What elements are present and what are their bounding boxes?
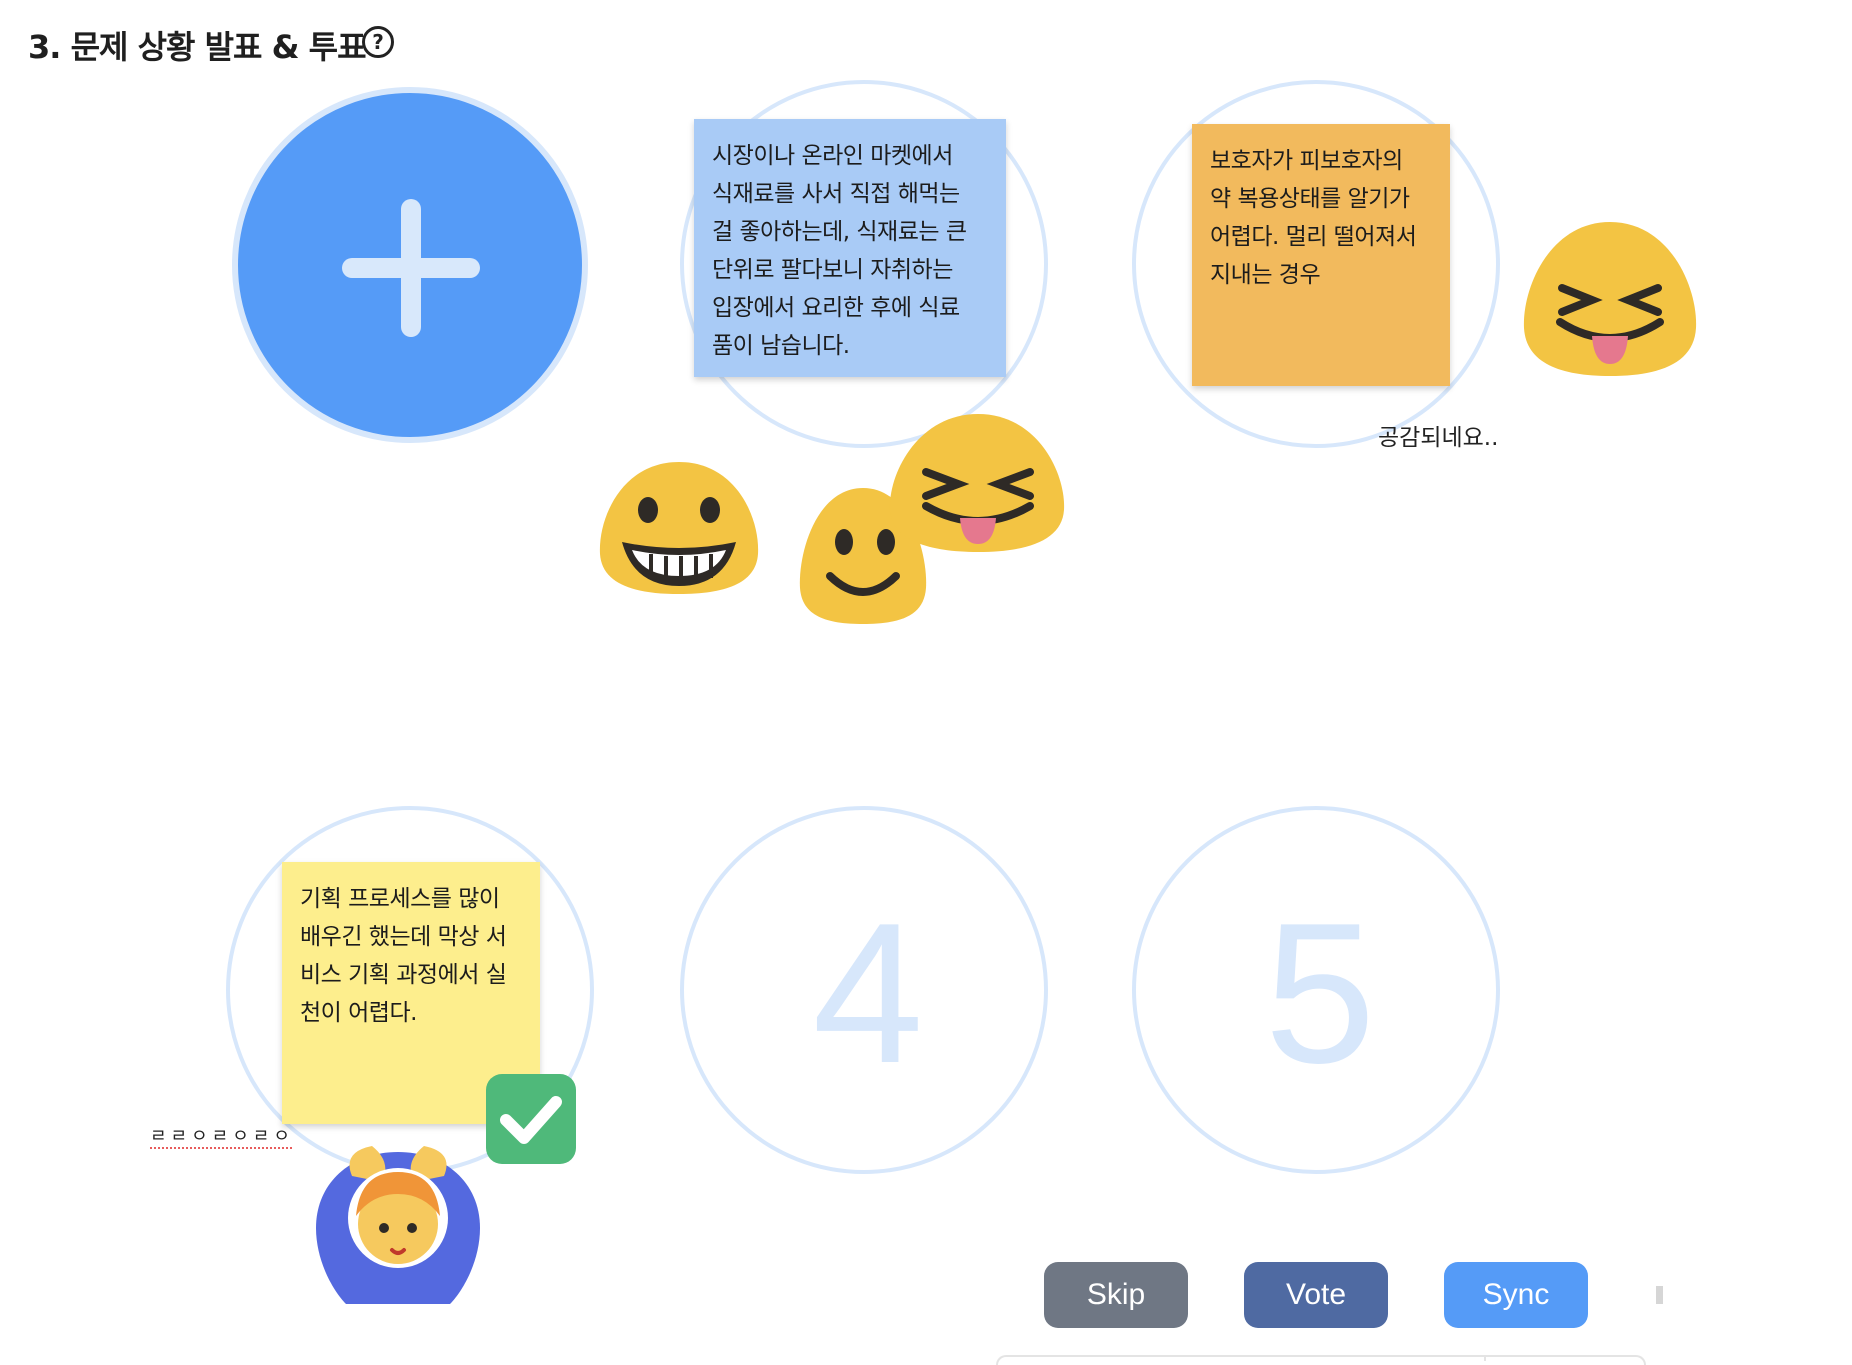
sticky-line: 시장이나 온라인 마켓에서 — [712, 143, 953, 169]
comment-text: 공감되네요.. — [1378, 425, 1499, 451]
ok-gesture-person — [316, 1146, 480, 1304]
check-mark-icon — [486, 1074, 576, 1164]
slot-number: 4 — [812, 882, 924, 1105]
sticky-line: 기획 프로세스를 많이 — [300, 886, 500, 912]
slot-4[interactable]: 4 — [680, 806, 1048, 1174]
sticky-line: 약 복용상태를 알기가 — [1210, 186, 1410, 212]
resize-handle[interactable] — [1656, 1286, 1663, 1304]
sync-button[interactable]: Sync — [1444, 1262, 1588, 1328]
sticky-line: 입장에서 요리한 후에 식료 — [712, 295, 960, 321]
vote-button[interactable]: Vote — [1244, 1262, 1388, 1328]
sticky-line: 품이 남습니다. — [712, 333, 850, 359]
sticky-note-blue[interactable]: 시장이나 온라인 마켓에서 식재료를 사서 직접 해먹는 걸 좋아하는데, 식재… — [694, 119, 1006, 377]
sticky-line: 단위로 팔다보니 자취하는 — [712, 257, 953, 283]
sticky-line: 보호자가 피보호자의 — [1210, 148, 1403, 174]
squinting-tongue-emoji — [1523, 222, 1697, 376]
sticky-line: 걸 좋아하는데, 식재료는 큰 — [712, 219, 967, 245]
bottom-panel — [996, 1355, 1646, 1365]
help-icon[interactable]: ? — [362, 26, 394, 58]
sticky-note-orange[interactable]: 보호자가 피보호자의 약 복용상태를 알기가 어렵다. 멀리 떨어져서 지내는 … — [1192, 124, 1450, 386]
sticky-line: 식재료를 사서 직접 해먹는 — [712, 181, 960, 207]
sticky-line: 지내는 경우 — [1210, 262, 1321, 288]
grinning-emoji — [599, 462, 759, 594]
add-sticky-button[interactable] — [232, 87, 588, 443]
bottom-panel-divider — [1484, 1355, 1486, 1361]
comment-text: ㄹㄹㅇㄹㅇㄹㅇ — [150, 1126, 294, 1147]
page-title: 3. 문제 상황 발표 & 투표 — [28, 28, 367, 66]
sticky-line: 배우긴 했는데 막상 서 — [300, 924, 507, 950]
squinting-tongue-emoji — [889, 414, 1065, 552]
sticky-line: 천이 어렵다. — [300, 1000, 417, 1026]
skip-button[interactable]: Skip — [1044, 1262, 1188, 1328]
sticky-line: 어렵다. 멀리 떨어져서 — [1210, 224, 1417, 250]
slot-number: 5 — [1264, 882, 1376, 1105]
sticky-line: 비스 기획 과정에서 실 — [300, 962, 507, 988]
plus-icon-v — [401, 199, 421, 337]
slot-5[interactable]: 5 — [1132, 806, 1500, 1174]
